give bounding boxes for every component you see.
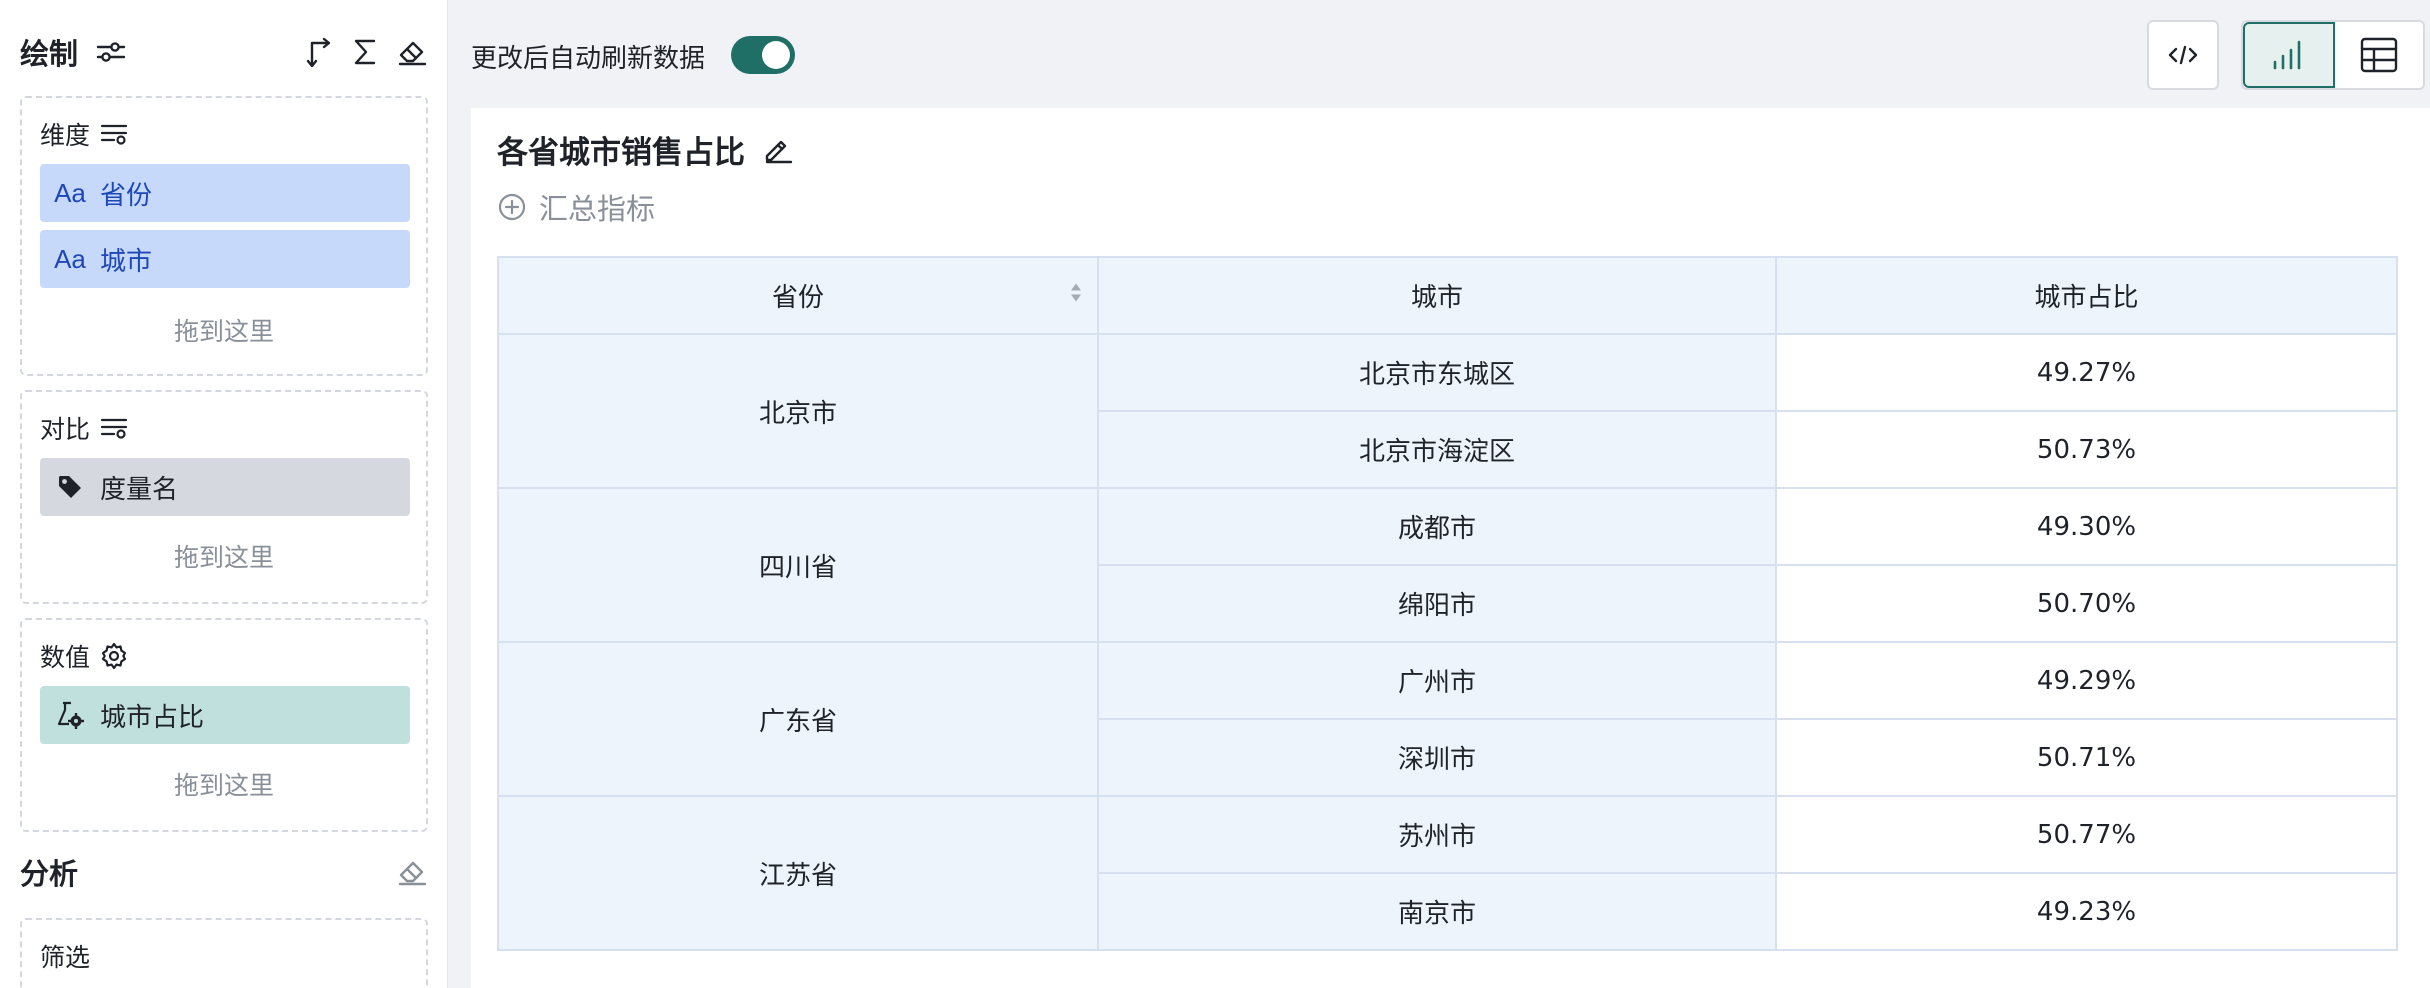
- value-chip-label: 城市占比: [100, 702, 205, 733]
- share-cell: 49.23%: [1775, 872, 2398, 951]
- column-header-label: 省份: [771, 283, 824, 313]
- city-cell: 北京市海淀区: [1097, 410, 1777, 489]
- dimension-section: 维度 Aa 省份 Aa 城市 拖到这里: [20, 96, 428, 376]
- province-cell: 江苏省: [497, 795, 1099, 951]
- province-cell: 四川省: [497, 487, 1099, 643]
- compare-chip-measure-name[interactable]: 度量名: [40, 458, 410, 516]
- auto-refresh-label: 更改后自动刷新数据: [471, 44, 706, 74]
- dimension-chip-province[interactable]: Aa 省份: [40, 164, 410, 222]
- text-type-icon: Aa: [54, 177, 86, 208]
- calculated-field-icon: [40, 700, 100, 730]
- compare-chip-label: 度量名: [100, 474, 179, 505]
- table-header-row: 省份 城市 城市占比: [497, 256, 2398, 335]
- share-cell: 50.73%: [1775, 410, 2398, 489]
- province-cell: 北京市: [497, 333, 1099, 489]
- analysis-title: 分析: [20, 857, 79, 891]
- table-icon: [2360, 37, 2398, 73]
- tag-icon: [40, 474, 100, 500]
- table-row: 广东省 广州市 49.29%: [497, 641, 2398, 797]
- chart-title: 各省城市销售占比: [497, 134, 745, 171]
- table-row: 四川省 成都市 49.30%: [497, 487, 2398, 643]
- add-summary-metric-button[interactable]: 汇总指标: [497, 184, 655, 230]
- filter-label: 筛选: [40, 943, 91, 972]
- code-view-button[interactable]: [2147, 20, 2219, 90]
- city-cell: 深圳市: [1097, 718, 1777, 797]
- city-cell: 苏州市: [1097, 795, 1777, 874]
- table-row: 江苏省 苏州市 50.77%: [497, 795, 2398, 951]
- filter-section: 筛选: [20, 918, 428, 988]
- sliders-icon[interactable]: [96, 39, 126, 65]
- chart-canvas: 各省城市销售占比 汇总指标 省份 城市 城市占比 北京市 北京市东城区 49.2…: [471, 108, 2430, 988]
- eraser-icon[interactable]: [397, 858, 427, 886]
- table-view-button[interactable]: [2335, 22, 2423, 88]
- dimension-drop-zone[interactable]: 拖到这里: [22, 312, 426, 348]
- value-chip-city-share[interactable]: 城市占比: [40, 686, 410, 744]
- dimension-chip-city[interactable]: Aa 城市: [40, 230, 410, 288]
- filter-section-head: 筛选: [40, 938, 90, 974]
- city-cell: 北京市东城区: [1097, 333, 1777, 412]
- compare-settings-icon[interactable]: [100, 416, 128, 440]
- bar-chart-icon: [2271, 38, 2307, 72]
- sort-icon[interactable]: [1069, 280, 1083, 311]
- text-type-icon: Aa: [54, 243, 86, 274]
- compare-section: 对比 度量名 拖到这里: [20, 390, 428, 604]
- dimension-label: 维度: [40, 121, 91, 150]
- dimension-settings-icon[interactable]: [100, 122, 128, 146]
- sigma-icon[interactable]: [353, 38, 377, 66]
- dimension-chip-label: 城市: [100, 246, 153, 277]
- city-cell: 广州市: [1097, 641, 1777, 720]
- pencil-icon[interactable]: [763, 134, 793, 164]
- view-mode-toggle: [2241, 20, 2425, 90]
- chart-title-row: 各省城市销售占比: [497, 124, 793, 174]
- province-cell: 广东省: [497, 641, 1099, 797]
- chart-view-button[interactable]: [2243, 22, 2335, 88]
- dimension-chip-label: 省份: [100, 180, 153, 211]
- value-section-head: 数值: [40, 638, 128, 674]
- city-cell: 南京市: [1097, 872, 1777, 951]
- share-cell: 50.77%: [1775, 795, 2398, 874]
- share-cell: 49.27%: [1775, 333, 2398, 412]
- value-section: 数值 城市占比 拖到这里: [20, 618, 428, 832]
- share-cell: 50.70%: [1775, 564, 2398, 643]
- eraser-icon[interactable]: [397, 38, 427, 66]
- left-panel: 绘制 维度 Aa 省份 Aa 城市 拖到这里 对比 度量名 拖到这里 数值 城市…: [0, 0, 448, 988]
- plus-circle-icon: [497, 192, 527, 222]
- topbar: 更改后自动刷新数据: [449, 0, 2430, 108]
- share-cell: 50.71%: [1775, 718, 2398, 797]
- column-header-province[interactable]: 省份: [497, 256, 1099, 335]
- draw-panel-title: 绘制: [20, 37, 79, 71]
- gear-icon[interactable]: [100, 642, 128, 670]
- code-icon: [2168, 43, 2198, 67]
- auto-refresh-toggle[interactable]: [731, 36, 795, 74]
- analysis-panel-header: 分析: [20, 848, 427, 896]
- value-drop-zone[interactable]: 拖到这里: [22, 766, 426, 802]
- column-header-city[interactable]: 城市: [1097, 256, 1777, 335]
- city-cell: 成都市: [1097, 487, 1777, 566]
- value-label: 数值: [40, 643, 91, 672]
- pivot-table: 省份 城市 城市占比 北京市 北京市东城区 49.27% 北京市海淀区 50.7…: [497, 256, 2398, 951]
- compare-label: 对比: [40, 415, 91, 444]
- draw-header-actions: [305, 37, 427, 67]
- table-row: 北京市 北京市东城区 49.27%: [497, 333, 2398, 489]
- share-cell: 49.29%: [1775, 641, 2398, 720]
- add-summary-metric-label: 汇总指标: [539, 192, 656, 226]
- compare-drop-zone[interactable]: 拖到这里: [22, 538, 426, 574]
- column-header-city-share[interactable]: 城市占比: [1775, 256, 2398, 335]
- swap-axes-icon[interactable]: [305, 37, 333, 67]
- compare-section-head: 对比: [40, 410, 128, 446]
- dimension-section-head: 维度: [40, 116, 128, 152]
- toggle-knob: [762, 41, 790, 69]
- draw-panel-header: 绘制: [20, 28, 427, 76]
- city-cell: 绵阳市: [1097, 564, 1777, 643]
- share-cell: 49.30%: [1775, 487, 2398, 566]
